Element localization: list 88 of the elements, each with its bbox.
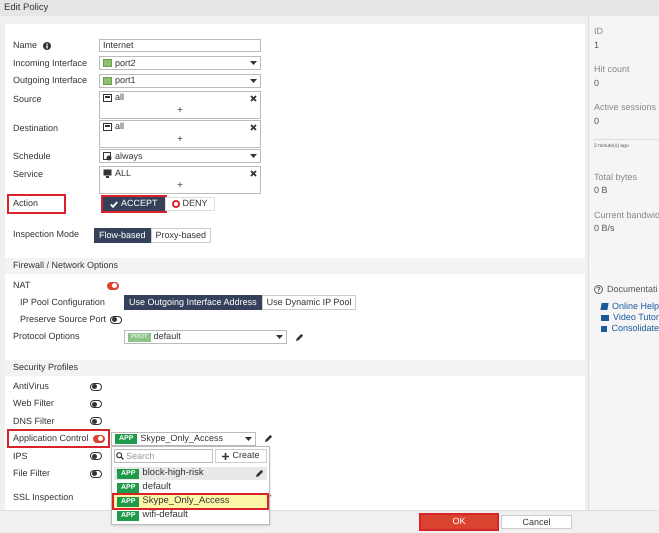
- field-label: Source: [13, 92, 42, 106]
- entry-label: ALL: [115, 166, 132, 180]
- stat-value: 0 B/s: [594, 222, 616, 235]
- ok-button[interactable]: OK: [421, 515, 497, 529]
- field-label: NAT: [13, 278, 32, 292]
- doc-link[interactable]: Online Help: [594, 301, 659, 312]
- docs-heading: Documentati: [607, 282, 658, 296]
- pencil-icon[interactable]: [295, 332, 304, 342]
- profile-label: SSL Inspection: [13, 490, 74, 504]
- segment-option[interactable]: Flow-based: [94, 228, 151, 242]
- field-label: Action: [9, 196, 64, 212]
- select-field[interactable]: port1: [99, 74, 261, 88]
- pencil-icon[interactable]: [264, 434, 273, 444]
- remove-icon[interactable]: [250, 170, 257, 177]
- stat-value: 0 B: [594, 184, 609, 197]
- clock-icon: [103, 152, 112, 161]
- stat-value: 0: [594, 114, 600, 128]
- field-label: Incoming Interface: [13, 56, 88, 70]
- field-label: Destination: [13, 122, 58, 134]
- profile-label: Web Filter: [13, 397, 55, 410]
- profile-label: AntiVirus: [13, 380, 50, 393]
- stat-label: Total bytes: [594, 170, 638, 184]
- caret-icon: [250, 78, 257, 83]
- toggle-switch[interactable]: [90, 400, 102, 408]
- caret-icon: [250, 154, 257, 158]
- field-label: Preserve Source Port: [20, 312, 106, 326]
- search-field[interactable]: Search: [114, 449, 213, 463]
- segment-option[interactable]: Proxy-based: [150, 228, 212, 242]
- field-label: Schedule: [13, 150, 51, 162]
- toggle-switch[interactable]: [110, 316, 122, 324]
- input-field[interactable]: Internet: [99, 39, 261, 52]
- monitor-icon: [103, 169, 112, 178]
- section-header: Security Profiles: [5, 360, 585, 376]
- remove-icon[interactable]: [250, 124, 257, 130]
- field-label: Service: [13, 168, 44, 181]
- field-label: Protocol Options: [13, 330, 81, 344]
- plus-icon: [222, 452, 230, 460]
- multi-select-field[interactable]: all +: [99, 90, 261, 118]
- caret-icon: [250, 61, 257, 66]
- select-field[interactable]: port2: [99, 56, 261, 70]
- window-title: Edit Policy: [4, 0, 48, 15]
- stat-label: Hit count: [594, 63, 631, 76]
- cancel-button[interactable]: Cancel: [501, 515, 572, 529]
- add-entry[interactable]: +: [177, 180, 183, 192]
- search-icon: [116, 452, 124, 460]
- address-icon: [103, 94, 112, 102]
- stat-label: ID: [594, 25, 604, 38]
- field-label: IP Pool Configuration: [20, 296, 106, 309]
- profile-label: IPS: [13, 450, 29, 462]
- action-option[interactable]: DENY: [164, 197, 215, 211]
- remove-icon[interactable]: [250, 94, 257, 102]
- multi-select-field[interactable]: all +: [99, 120, 261, 148]
- segment-option[interactable]: Use Outgoing Interface Address: [124, 295, 262, 310]
- check-icon: [110, 200, 118, 208]
- select-field[interactable]: always: [99, 149, 261, 164]
- stat-value: 0: [594, 76, 600, 90]
- stat-value: 1: [594, 38, 600, 52]
- entry-label: all: [115, 91, 126, 104]
- help-icon: [594, 284, 603, 294]
- toggle-switch[interactable]: [90, 417, 102, 426]
- field-label: Inspection Mode: [13, 228, 80, 242]
- action-option[interactable]: ACCEPT: [103, 197, 165, 211]
- add-entry[interactable]: +: [177, 104, 183, 116]
- doc-link[interactable]: Consolidate: [594, 323, 659, 334]
- field-label: Name: [13, 39, 38, 52]
- entry-label: all: [115, 120, 126, 134]
- stat-label: Active sessions: [594, 101, 658, 114]
- field-label: Outgoing Interface: [13, 74, 88, 87]
- profile-label: File Filter: [13, 466, 52, 480]
- add-entry[interactable]: +: [177, 134, 183, 146]
- toggle-switch[interactable]: [90, 470, 102, 478]
- caret-icon: [245, 436, 252, 441]
- address-icon: [103, 122, 112, 132]
- pencil-icon[interactable]: [255, 469, 264, 478]
- segment-option[interactable]: Use Dynamic IP Pool: [262, 295, 356, 310]
- book-icon: [600, 303, 609, 310]
- create-button[interactable]: Create: [215, 449, 267, 463]
- caret-icon: [276, 335, 283, 339]
- toggle-switch[interactable]: [90, 452, 102, 460]
- toggle-switch[interactable]: [107, 282, 119, 290]
- toggle-switch[interactable]: [90, 382, 102, 391]
- section-header: Firewall / Network Options: [5, 258, 585, 274]
- profile-label: Application Control: [13, 432, 90, 446]
- deny-icon: [172, 200, 180, 208]
- multi-select-field[interactable]: ALL +: [99, 166, 261, 194]
- toggle-switch[interactable]: [93, 434, 105, 443]
- profile-label: DNS Filter: [13, 414, 56, 428]
- doc-link[interactable]: Video Tutor: [594, 312, 659, 323]
